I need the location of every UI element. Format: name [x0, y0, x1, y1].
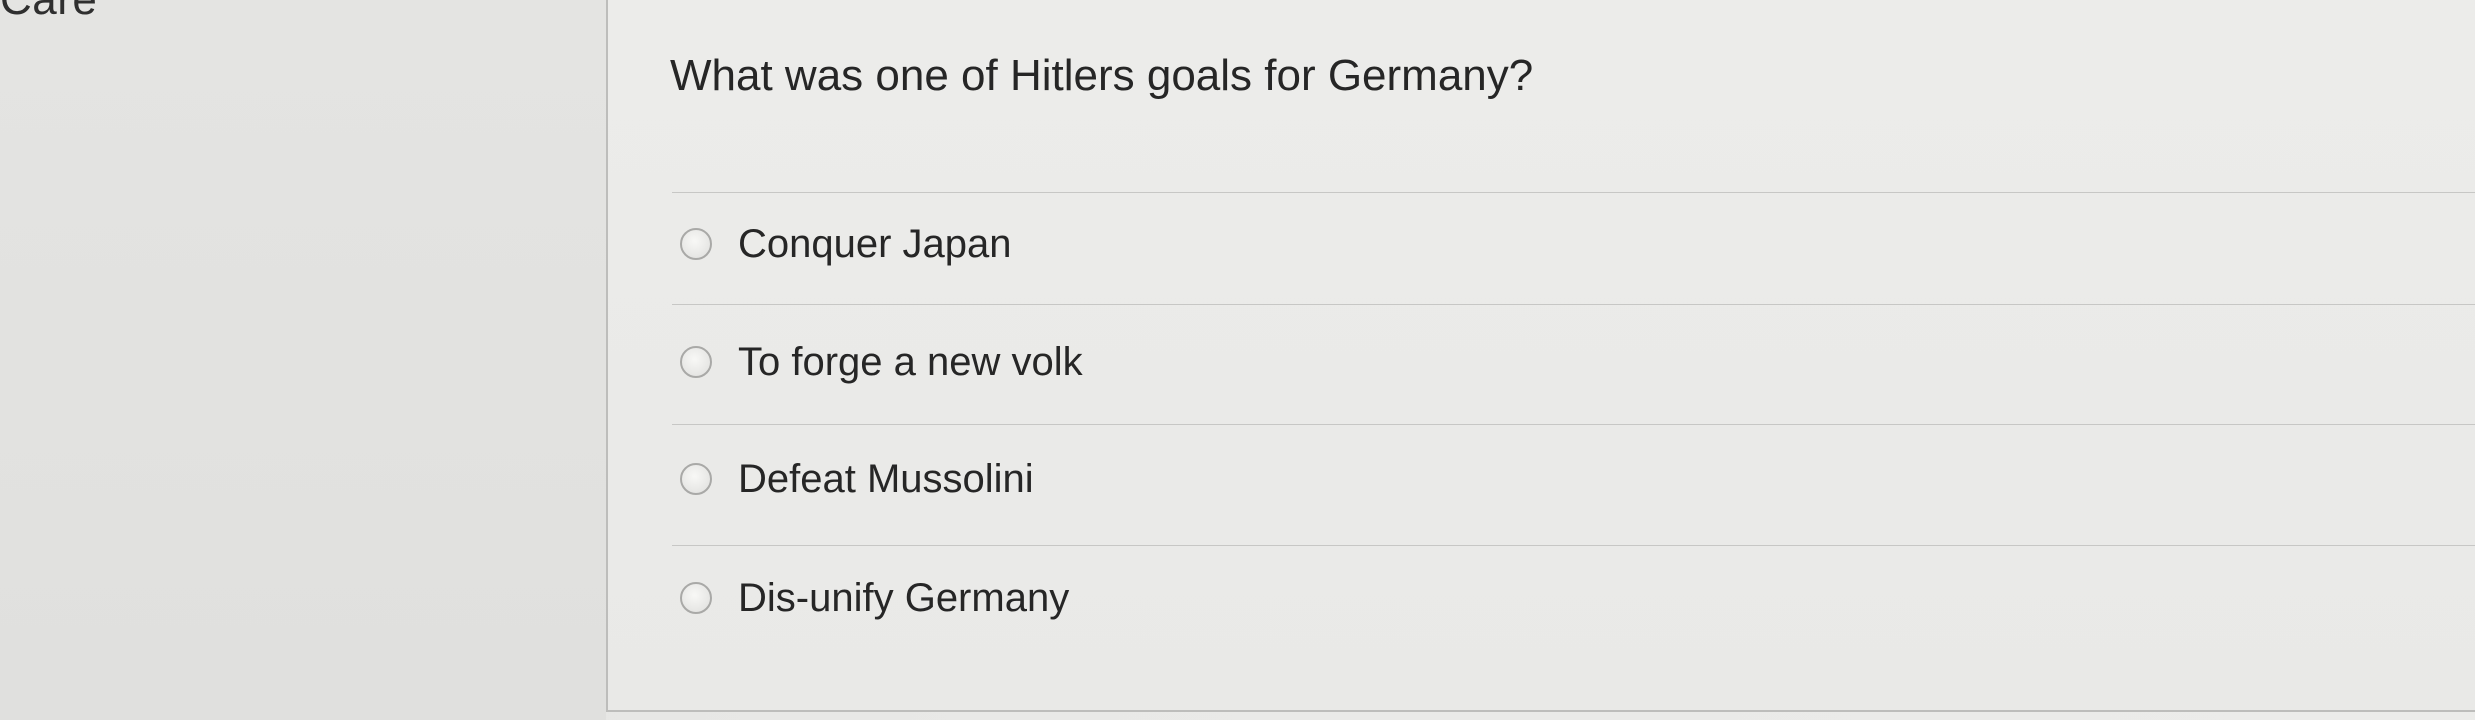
divider [672, 192, 2475, 193]
option-label: Conquer Japan [738, 222, 1012, 266]
option-dis-unify-germany[interactable]: Dis-unify Germany [680, 570, 1069, 626]
radio-button-icon[interactable] [680, 228, 712, 260]
corner-text: Care [0, 0, 97, 22]
question-text: What was one of Hitlers goals for German… [670, 51, 1534, 100]
option-defeat-mussolini[interactable]: Defeat Mussolini [680, 451, 1034, 507]
divider [672, 545, 2475, 546]
option-forge-new-volk[interactable]: To forge a new volk [680, 334, 1083, 390]
question-panel: What was one of Hitlers goals for German… [606, 0, 2475, 712]
radio-button-icon[interactable] [680, 463, 712, 495]
option-label: Defeat Mussolini [738, 457, 1034, 501]
option-label: To forge a new volk [738, 340, 1083, 384]
option-conquer-japan[interactable]: Conquer Japan [680, 216, 1012, 272]
divider [672, 424, 2475, 425]
radio-button-icon[interactable] [680, 582, 712, 614]
option-label: Dis-unify Germany [738, 576, 1070, 620]
screen: Care What was one of Hitlers goals for G… [0, 0, 2475, 720]
left-pane: Care [0, 0, 606, 720]
divider [672, 304, 2475, 305]
radio-button-icon[interactable] [680, 346, 712, 378]
